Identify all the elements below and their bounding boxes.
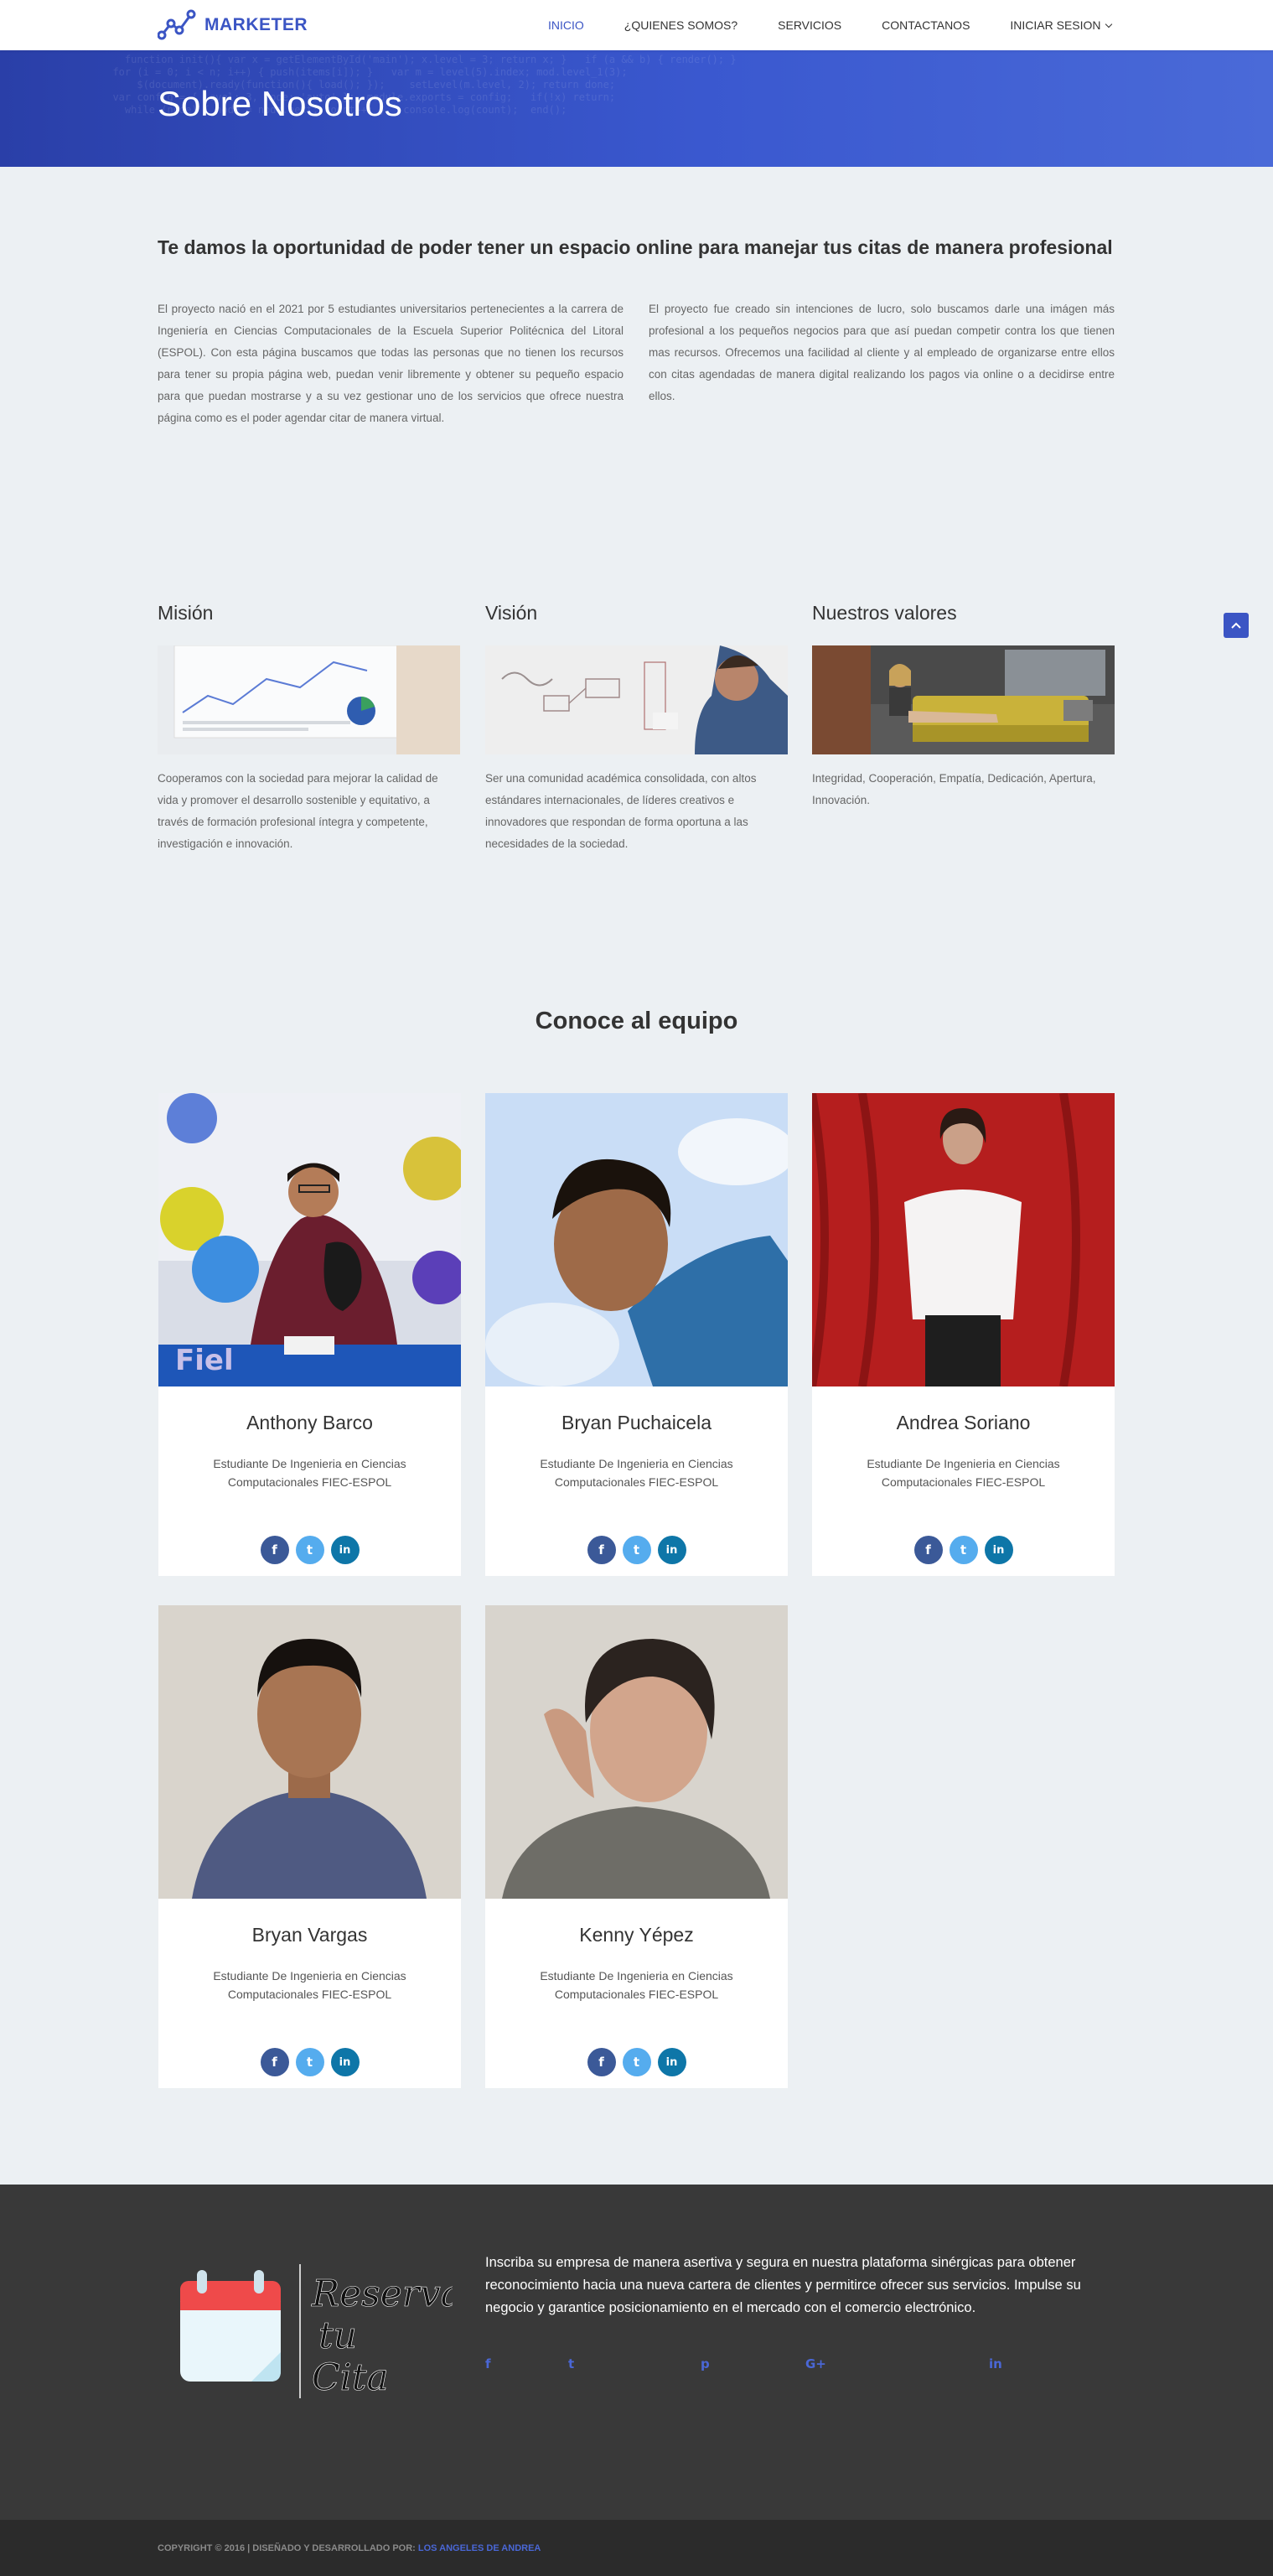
mision-image	[158, 645, 460, 754]
member-name: Bryan Vargas	[251, 1924, 368, 1946]
vision-text: Ser una comunidad académica consolidada,…	[485, 772, 757, 850]
member-role: Estudiante De Ingenieria en Ciencias Com…	[867, 1457, 1060, 1489]
intro-text-left: El proyecto nació en el 2021 por 5 estud…	[158, 303, 624, 424]
nav-iniciar-sesion[interactable]: INICIAR SESION	[990, 18, 1131, 32]
logo-word-reserva: Reserva	[311, 2273, 453, 2315]
nav-servicios[interactable]: SERVICIOS	[758, 18, 862, 32]
twitter-icon[interactable]: t	[622, 1536, 651, 1564]
valores-text: Integridad, Cooperación, Empatía, Dedica…	[812, 772, 1096, 806]
linkedin-icon[interactable]: in	[984, 1536, 1013, 1564]
member-socials: f t in	[485, 1536, 788, 1564]
nav-inicio[interactable]: INICIO	[528, 18, 604, 32]
member-photo	[485, 1605, 788, 1899]
team-title: Conoce al equipo	[535, 1008, 738, 1034]
member-socials: f t in	[158, 1536, 461, 1564]
intro-text-right: El proyecto fue creado sin intenciones d…	[649, 303, 1115, 402]
team-card-kenny-yepez: Kenny Yépez Estudiante De Ingenieria en …	[485, 1605, 788, 2088]
mision-text: Cooperamos con la sociedad para mejorar …	[158, 772, 438, 850]
google-plus-icon[interactable]: G+	[805, 2356, 826, 2371]
logo-word-cita: Cita	[312, 2356, 389, 2399]
twitter-icon[interactable]: t	[295, 2048, 324, 2076]
member-photo	[485, 1093, 788, 1386]
page-hero: function init(){ var x = getElementById(…	[0, 50, 1273, 167]
member-role: Estudiante De Ingenieria en Ciencias Com…	[213, 1457, 406, 1489]
member-photo	[812, 1093, 1115, 1386]
linkedin-icon[interactable]: in	[657, 1536, 686, 1564]
member-role: Estudiante De Ingenieria en Ciencias Com…	[540, 1457, 733, 1489]
linkedin-icon[interactable]: in	[989, 2356, 1002, 2371]
logo-word-tu: tu	[318, 2314, 357, 2357]
linkedin-icon[interactable]: in	[657, 2048, 686, 2076]
member-role: Estudiante De Ingenieria en Ciencias Com…	[213, 1969, 406, 2001]
linkedin-icon[interactable]: in	[330, 1536, 360, 1564]
copyright: COPYRIGHT © 2016 | DISEÑADO Y DESARROLLA…	[158, 2543, 541, 2553]
team-card-andrea-soriano: Andrea Soriano Estudiante De Ingenieria …	[812, 1093, 1115, 1576]
valores-title: Nuestros valores	[812, 602, 957, 624]
linkedin-icon[interactable]: in	[330, 2048, 360, 2076]
team-card-anthony-barco: Fiel Anthony Barco Estudiante De Ingenie…	[158, 1093, 461, 1576]
svg-text:Fiel: Fiel	[175, 1344, 234, 1377]
member-socials: f t in	[158, 2048, 461, 2076]
nav-iniciar-sesion-label: INICIAR SESION	[1010, 18, 1101, 32]
footer: Reserva tu Cita Inscriba su empresa de m…	[0, 2185, 1273, 2520]
back-to-top-button[interactable]	[1224, 613, 1249, 638]
member-photo	[158, 1605, 461, 1899]
member-socials: f t in	[485, 2048, 788, 2076]
copyright-link[interactable]: LOS ANGELES DE ANDREA	[418, 2543, 541, 2553]
pinterest-icon[interactable]: p	[701, 2356, 710, 2371]
valores-block: Nuestros valores Integridad, Cooperación…	[812, 602, 1115, 811]
twitter-icon[interactable]: t	[568, 2356, 574, 2371]
member-name: Andrea Soriano	[896, 1412, 1031, 1433]
facebook-icon[interactable]: f	[587, 2048, 616, 2076]
copyright-bar: COPYRIGHT © 2016 | DISEÑADO Y DESARROLLA…	[0, 2520, 1273, 2576]
chevron-down-icon	[1105, 20, 1112, 29]
valores-image	[812, 645, 1115, 754]
vision-block: Visión Ser una comunidad académica conso…	[485, 602, 788, 855]
top-navbar: MARKETER INICIO ¿QUIENES SOMOS? SERVICIO…	[0, 0, 1273, 50]
vision-image	[485, 645, 788, 754]
brand-name: MARKETER	[204, 15, 308, 34]
facebook-icon[interactable]: f	[913, 1536, 943, 1564]
intro-heading: Te damos la oportunidad de poder tener u…	[158, 236, 1113, 258]
brand-logo[interactable]: MARKETER	[158, 8, 308, 42]
footer-description: Inscriba su empresa de manera asertiva y…	[485, 2255, 1081, 2315]
member-socials: f t in	[812, 1536, 1115, 1564]
member-name: Kenny Yépez	[579, 1924, 694, 1946]
team-card-bryan-puchaicela: Bryan Puchaicela Estudiante De Ingenieri…	[485, 1093, 788, 1576]
main-nav: INICIO ¿QUIENES SOMOS? SERVICIOS CONTACT…	[528, 0, 1131, 50]
mision-title: Misión	[158, 602, 214, 624]
facebook-icon[interactable]: f	[260, 1536, 289, 1564]
nav-quienes-somos[interactable]: ¿QUIENES SOMOS?	[604, 18, 758, 32]
facebook-icon[interactable]: f	[587, 1536, 616, 1564]
twitter-icon[interactable]: t	[622, 2048, 651, 2076]
copyright-text: COPYRIGHT © 2016 | DISEÑADO Y DESARROLLA…	[158, 2543, 416, 2553]
facebook-icon[interactable]: f	[485, 2356, 491, 2371]
vision-title: Visión	[485, 602, 538, 624]
member-role: Estudiante De Ingenieria en Ciencias Com…	[540, 1969, 733, 2001]
mision-block: Misión Cooperamos con la sociedad para m…	[158, 602, 460, 855]
chart-line-icon	[158, 8, 196, 42]
member-photo: Fiel	[158, 1093, 461, 1386]
twitter-icon[interactable]: t	[949, 1536, 978, 1564]
member-name: Anthony Barco	[246, 1412, 373, 1433]
team-card-bryan-vargas: Bryan Vargas Estudiante De Ingenieria en…	[158, 1605, 461, 2088]
reserva-tu-cita-logo: Reserva tu Cita	[176, 2260, 463, 2402]
twitter-icon[interactable]: t	[295, 1536, 324, 1564]
nav-contactanos[interactable]: CONTACTANOS	[862, 18, 990, 32]
page-title: Sobre Nosotros	[158, 84, 402, 123]
chevron-up-icon	[1231, 622, 1241, 629]
facebook-icon[interactable]: f	[260, 2048, 289, 2076]
member-name: Bryan Puchaicela	[561, 1412, 712, 1433]
